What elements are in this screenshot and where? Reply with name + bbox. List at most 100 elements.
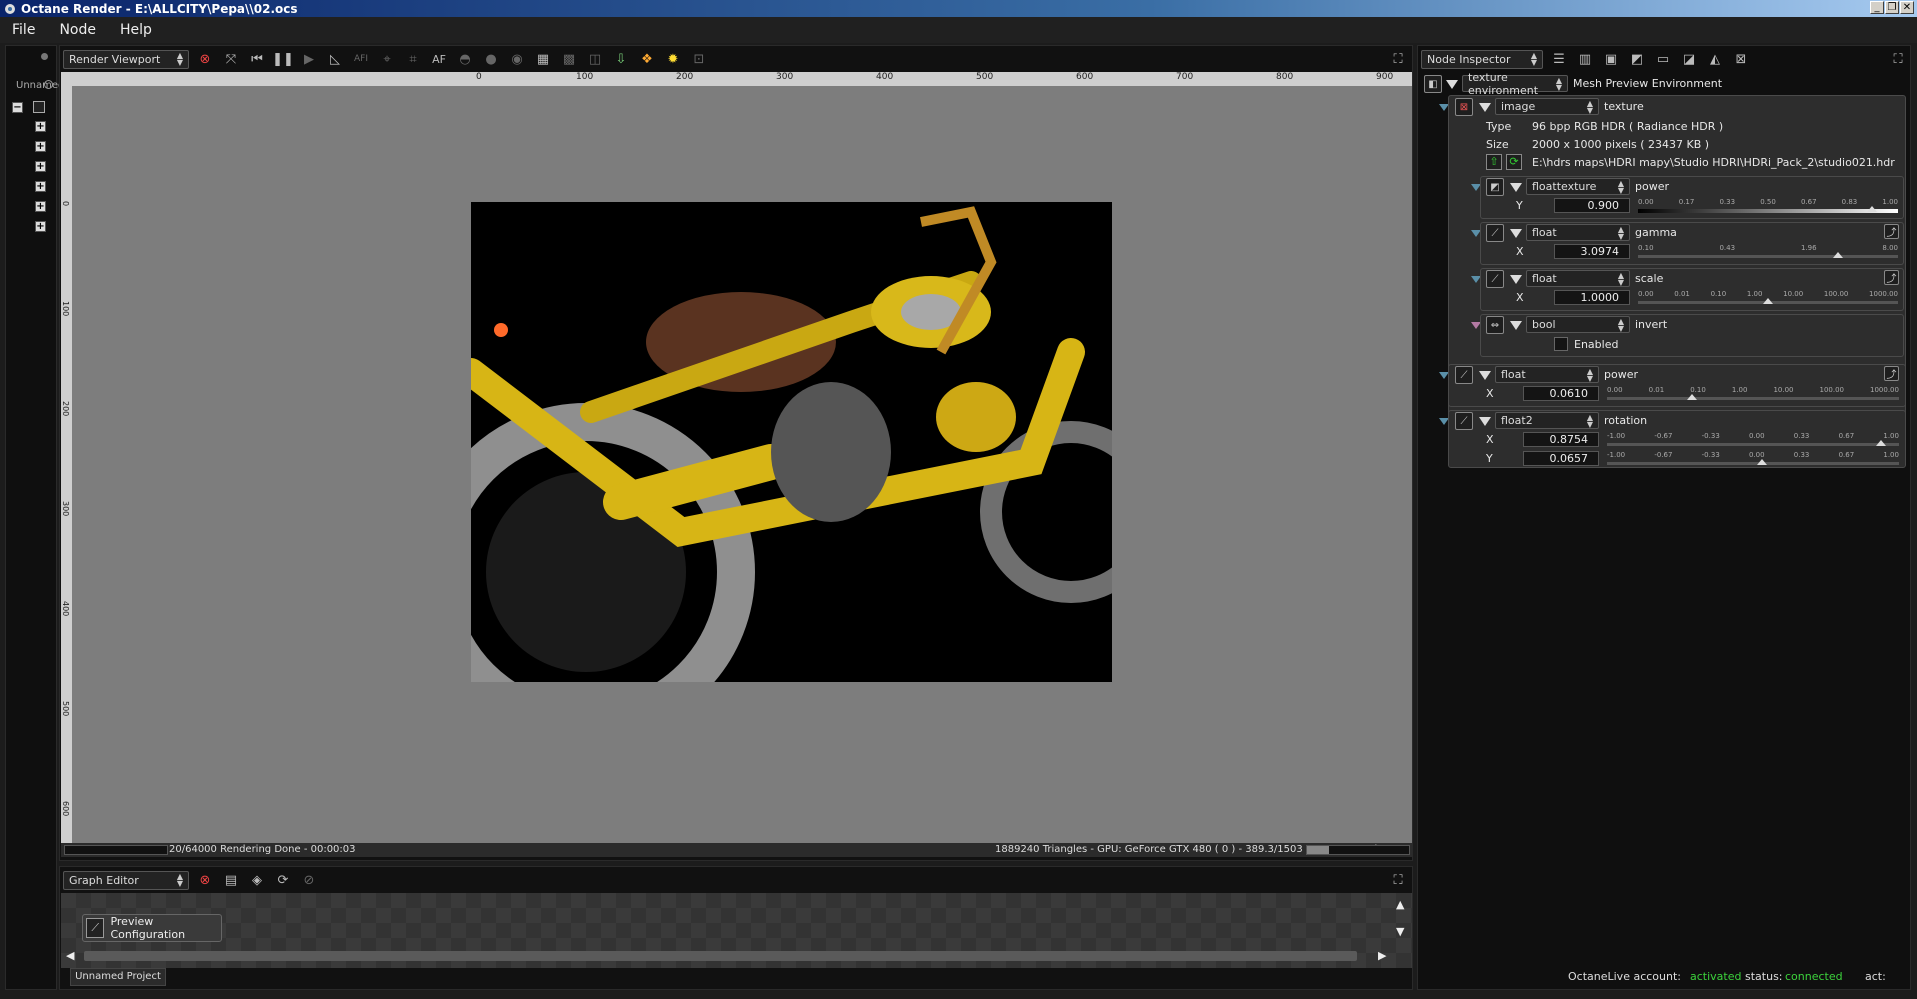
pick-material-icon[interactable]: ⌗: [403, 49, 423, 69]
enabled-checkbox[interactable]: [1554, 337, 1568, 351]
slider-track[interactable]: [1638, 209, 1898, 213]
settings-icon[interactable]: ⊠: [1731, 49, 1751, 69]
environment-type-select[interactable]: texture environment ▲ ▼: [1462, 71, 1568, 97]
env-power-slider[interactable]: 0.00 0.01 0.10 1.00 10.00 100.00 1000.00: [1607, 386, 1899, 401]
maximize-viewport-icon[interactable]: ⛶: [1388, 49, 1408, 69]
new-node-icon[interactable]: ▤: [221, 870, 241, 890]
reload-file-icon[interactable]: ⟳: [1506, 154, 1522, 170]
camera-icon[interactable]: ◓: [455, 49, 475, 69]
scene-root-icon[interactable]: [33, 101, 45, 113]
scroll-up-icon[interactable]: ▲: [1396, 898, 1404, 911]
ruler-tool-icon[interactable]: ◺: [325, 49, 345, 69]
split-view-icon[interactable]: ◫: [585, 49, 605, 69]
slider-thumb[interactable]: [1867, 206, 1877, 212]
maximize-graph-editor-icon[interactable]: ⛶: [1388, 870, 1408, 890]
rotation-y-slider[interactable]: -1.00 -0.67 -0.33 0.00 0.33 0.67 1.00: [1607, 451, 1899, 466]
kernel-icon[interactable]: ▣: [1601, 49, 1621, 69]
refresh-icon[interactable]: ⟳: [273, 870, 293, 890]
gamma-type-select[interactable]: float ▲ ▼: [1526, 224, 1630, 241]
lights-icon[interactable]: ✹: [663, 49, 683, 69]
scale-type-select[interactable]: float ▲ ▼: [1526, 270, 1630, 287]
scroll-left-icon[interactable]: ◀: [66, 949, 74, 962]
expand-all-icon[interactable]: ▥: [1575, 49, 1595, 69]
region-render-icon[interactable]: ▦: [533, 49, 553, 69]
autofocus-icon[interactable]: AF: [429, 49, 449, 69]
save-image-icon[interactable]: ⇩: [611, 49, 631, 69]
rotation-x-field[interactable]: 0.8754: [1523, 432, 1599, 447]
unlink-icon[interactable]: ⊘: [299, 870, 319, 890]
gamma-slider[interactable]: 0.10 0.43 1.96 8.00: [1638, 244, 1898, 259]
maximize-button[interactable]: ❐: [1885, 1, 1899, 14]
load-file-icon[interactable]: ⇧: [1486, 154, 1502, 170]
scale-slider[interactable]: 0.00 0.01 0.10 1.00 10.00 100.00 1000.00: [1638, 290, 1898, 305]
collapse-triangle-icon[interactable]: [1479, 417, 1491, 426]
close-button[interactable]: ✕: [1900, 1, 1914, 14]
collapse-triangle-icon[interactable]: [1510, 183, 1522, 192]
collapse-triangle-icon[interactable]: [1479, 103, 1491, 112]
tree-expand-icon[interactable]: +: [35, 181, 46, 192]
preview-configuration-node[interactable]: ⟋ Preview Configuration: [82, 914, 222, 942]
collapse-triangle-icon[interactable]: [1446, 80, 1458, 89]
project-tab[interactable]: Unnamed Project: [70, 968, 166, 986]
delete-node-icon[interactable]: ⊗: [195, 870, 215, 890]
sphere-icon[interactable]: ●: [481, 49, 501, 69]
slider-track[interactable]: [1607, 443, 1899, 446]
scroll-right-icon[interactable]: ▶: [1378, 949, 1386, 962]
slider-thumb[interactable]: [1876, 440, 1887, 446]
environment-icon[interactable]: ◪: [1679, 49, 1699, 69]
pick-focus-icon[interactable]: ⌖: [377, 49, 397, 69]
pause-icon[interactable]: ❚❚: [272, 49, 294, 69]
graph-editor-selector[interactable]: Graph Editor ▲ ▼: [63, 870, 189, 890]
slider-track[interactable]: [1638, 255, 1898, 258]
collapse-triangle-icon[interactable]: [1510, 229, 1522, 238]
power-value-field[interactable]: 0.900: [1554, 198, 1630, 213]
slider-thumb[interactable]: [1686, 394, 1697, 400]
scroll-down-icon[interactable]: ▼: [1396, 925, 1404, 938]
maximize-inspector-icon[interactable]: ⛶: [1888, 49, 1908, 69]
outliner-tab-close-icon[interactable]: [44, 80, 53, 89]
imager-icon[interactable]: ▭: [1653, 49, 1673, 69]
grid-icon[interactable]: ▩: [559, 49, 579, 69]
restart-render-icon[interactable]: ⤧: [221, 49, 241, 69]
inspector-selector[interactable]: Node Inspector ▲ ▼: [1421, 49, 1543, 69]
node-color-icon[interactable]: ◈: [247, 870, 267, 890]
slider-thumb[interactable]: [1763, 298, 1773, 304]
collapse-triangle-icon[interactable]: [1510, 321, 1522, 330]
curve-icon[interactable]: ⤴: [1884, 224, 1899, 239]
tree-expand-icon[interactable]: +: [35, 141, 46, 152]
horizontal-scrollbar[interactable]: [84, 951, 1357, 961]
env-power-type-select[interactable]: float ▲ ▼: [1495, 366, 1599, 383]
camera-settings-icon[interactable]: ◩: [1627, 49, 1647, 69]
rewind-icon[interactable]: ⏮: [247, 49, 267, 69]
tree-expand-icon[interactable]: +: [35, 201, 46, 212]
tree-expand-icon[interactable]: +: [35, 121, 46, 132]
afi-icon[interactable]: AFI: [351, 49, 371, 69]
minimize-button[interactable]: _: [1870, 1, 1884, 14]
scale-value-field[interactable]: 1.0000: [1554, 290, 1630, 305]
tree-collapse-icon[interactable]: −: [12, 102, 23, 113]
slider-track[interactable]: [1607, 462, 1899, 465]
rotation-type-select[interactable]: float2 ▲ ▼: [1495, 412, 1599, 429]
slider-thumb[interactable]: [1833, 252, 1844, 258]
stop-render-icon[interactable]: ⊗: [195, 49, 215, 69]
menu-node[interactable]: Node: [47, 22, 108, 38]
viewport-selector[interactable]: Render Viewport ▲ ▼: [63, 49, 189, 69]
menu-help[interactable]: Help: [108, 22, 164, 38]
play-icon[interactable]: ▶: [299, 49, 319, 69]
render-passes-icon[interactable]: ❖: [637, 49, 657, 69]
sphere-alt-icon[interactable]: ◉: [507, 49, 527, 69]
invert-type-select[interactable]: bool ▲ ▼: [1526, 316, 1630, 333]
collapse-triangle-icon[interactable]: [1510, 275, 1522, 284]
gamma-value-field[interactable]: 3.0974: [1554, 244, 1630, 259]
outliner-tab[interactable]: Unnamed: [16, 80, 64, 91]
slider-thumb[interactable]: [1756, 459, 1767, 465]
rotation-y-field[interactable]: 0.0657: [1523, 451, 1599, 466]
curve-icon[interactable]: ⤴: [1884, 270, 1899, 285]
tree-expand-icon[interactable]: +: [35, 161, 46, 172]
texture-type-select[interactable]: image ▲ ▼: [1495, 98, 1599, 115]
collapse-triangle-icon[interactable]: [1479, 371, 1491, 380]
env-power-value-field[interactable]: 0.0610: [1523, 386, 1599, 401]
menu-file[interactable]: File: [0, 22, 47, 38]
postproc-icon[interactable]: ◭: [1705, 49, 1725, 69]
rotation-x-slider[interactable]: -1.00 -0.67 -0.33 0.00 0.33 0.67 1.00: [1607, 432, 1899, 447]
